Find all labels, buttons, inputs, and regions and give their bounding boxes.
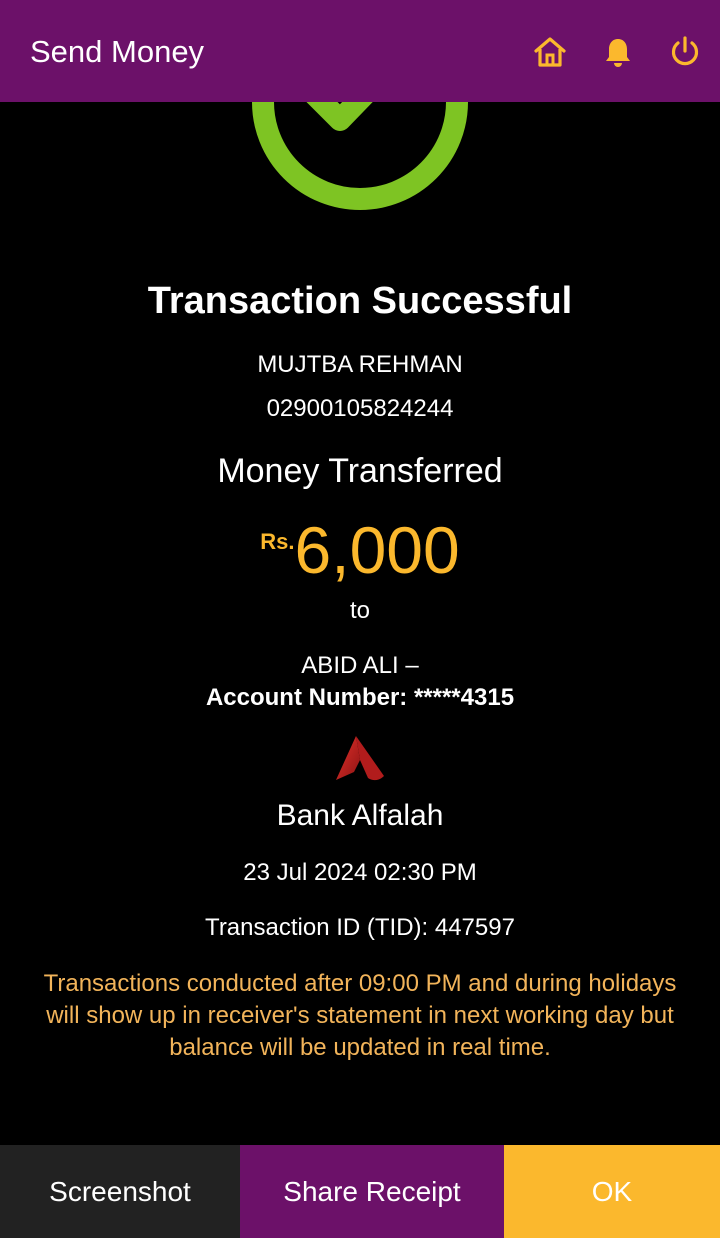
to-label: to	[349, 597, 370, 624]
power-icon-graphic	[671, 36, 699, 66]
screenshot-button[interactable]: Screenshot	[0, 1145, 240, 1238]
status-title: Transaction Successful	[147, 280, 573, 322]
share-receipt-button[interactable]: Share Receipt	[240, 1145, 504, 1238]
home-icon-graphic	[534, 37, 566, 67]
amount-value: 6,000	[294, 513, 460, 587]
app-header: Send Money	[0, 0, 720, 102]
ok-button[interactable]: OK	[504, 1145, 720, 1238]
power-icon[interactable]	[665, 32, 705, 72]
processing-note: Transactions conducted after 09:00 PM an…	[43, 970, 677, 1061]
bell-icon[interactable]	[598, 32, 638, 72]
sender-name: MUJTBA REHMAN	[257, 351, 463, 378]
sender-account-number: 02900105824244	[266, 395, 454, 422]
transaction-datetime: 23 Jul 2024 02:30 PM	[243, 859, 477, 886]
bank-name: Bank Alfalah	[276, 799, 444, 832]
home-icon[interactable]	[530, 32, 570, 72]
receipt-screen: Send Money Transaction Successful MUJTBA…	[0, 0, 720, 1238]
page-title: Send Money	[30, 34, 205, 69]
transfer-subtitle: Money Transferred	[217, 452, 503, 490]
bank-alfalah-logo	[336, 736, 384, 781]
bell-icon-graphic	[606, 39, 630, 67]
receiver-account-number: Account Number: *****4315	[205, 684, 515, 711]
transfer-amount: Rs.6,000	[0, 502, 720, 609]
transaction-id: Transaction ID (TID): 447597	[205, 914, 515, 941]
currency-label: Rs.	[260, 529, 295, 554]
receiver-name: ABID ALI –	[301, 652, 419, 679]
